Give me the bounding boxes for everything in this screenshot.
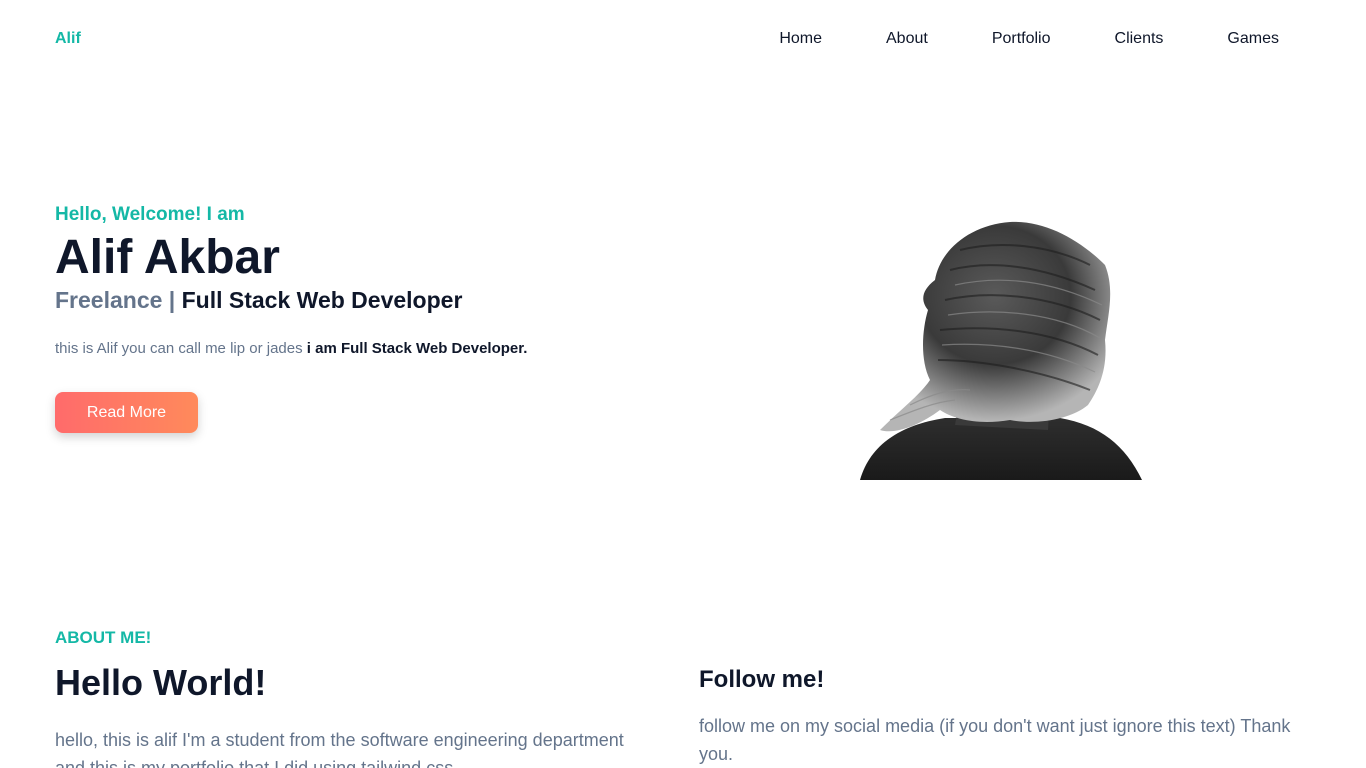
nav-link-games[interactable]: Games [1227, 30, 1279, 48]
about-section: ABOUT ME! Hello World! hello, this is al… [55, 626, 655, 768]
hero-description: this is Alif you can call me lip or jade… [55, 338, 675, 360]
hero-section: Hello, Welcome! I am Alif Akbar Freelanc… [55, 202, 675, 433]
nav-item-portfolio: Portfolio [928, 30, 1051, 48]
nav-link-home[interactable]: Home [779, 30, 822, 48]
hero-greeting: Hello, Welcome! I am [55, 204, 245, 225]
follow-title: Follow me! [699, 666, 825, 693]
nav-link-clients[interactable]: Clients [1115, 30, 1164, 48]
nav-item-clients: Clients [1051, 30, 1164, 48]
portrait-photo [860, 220, 1142, 480]
hero-description-bold: i am Full Stack Web Developer. [306, 340, 528, 357]
hero-role-title: Full Stack Web Developer [181, 287, 463, 313]
hero-role: Freelance | Full Stack Web Developer [55, 286, 675, 314]
nav-link-about[interactable]: About [886, 30, 928, 48]
nav-item-games: Games [1163, 30, 1279, 48]
read-more-button[interactable]: Read More [55, 392, 198, 433]
follow-section: Follow me! follow me on my social media … [699, 664, 1309, 768]
nav-item-about: About [822, 30, 928, 48]
logo-link[interactable]: Alif [55, 30, 81, 48]
navbar: Alif Home About Portfolio Clients Games [0, 0, 1366, 80]
hero-role-prefix: Freelance | [55, 287, 176, 313]
about-text: hello, this is alif I'm a student from t… [55, 730, 624, 768]
portrait-photo-svg [860, 221, 1142, 480]
follow-text: follow me on my social media (if you don… [699, 716, 1291, 764]
hero-name: Alif Akbar [55, 231, 280, 284]
nav-link-portfolio[interactable]: Portfolio [992, 30, 1051, 48]
about-tag: ABOUT ME! [55, 628, 152, 647]
nav-menu: Home About Portfolio Clients Games [779, 30, 1279, 48]
about-title: Hello World! [55, 662, 267, 703]
hero-description-text: this is Alif you can call me lip or jade… [55, 340, 303, 357]
nav-item-home: Home [779, 30, 822, 48]
